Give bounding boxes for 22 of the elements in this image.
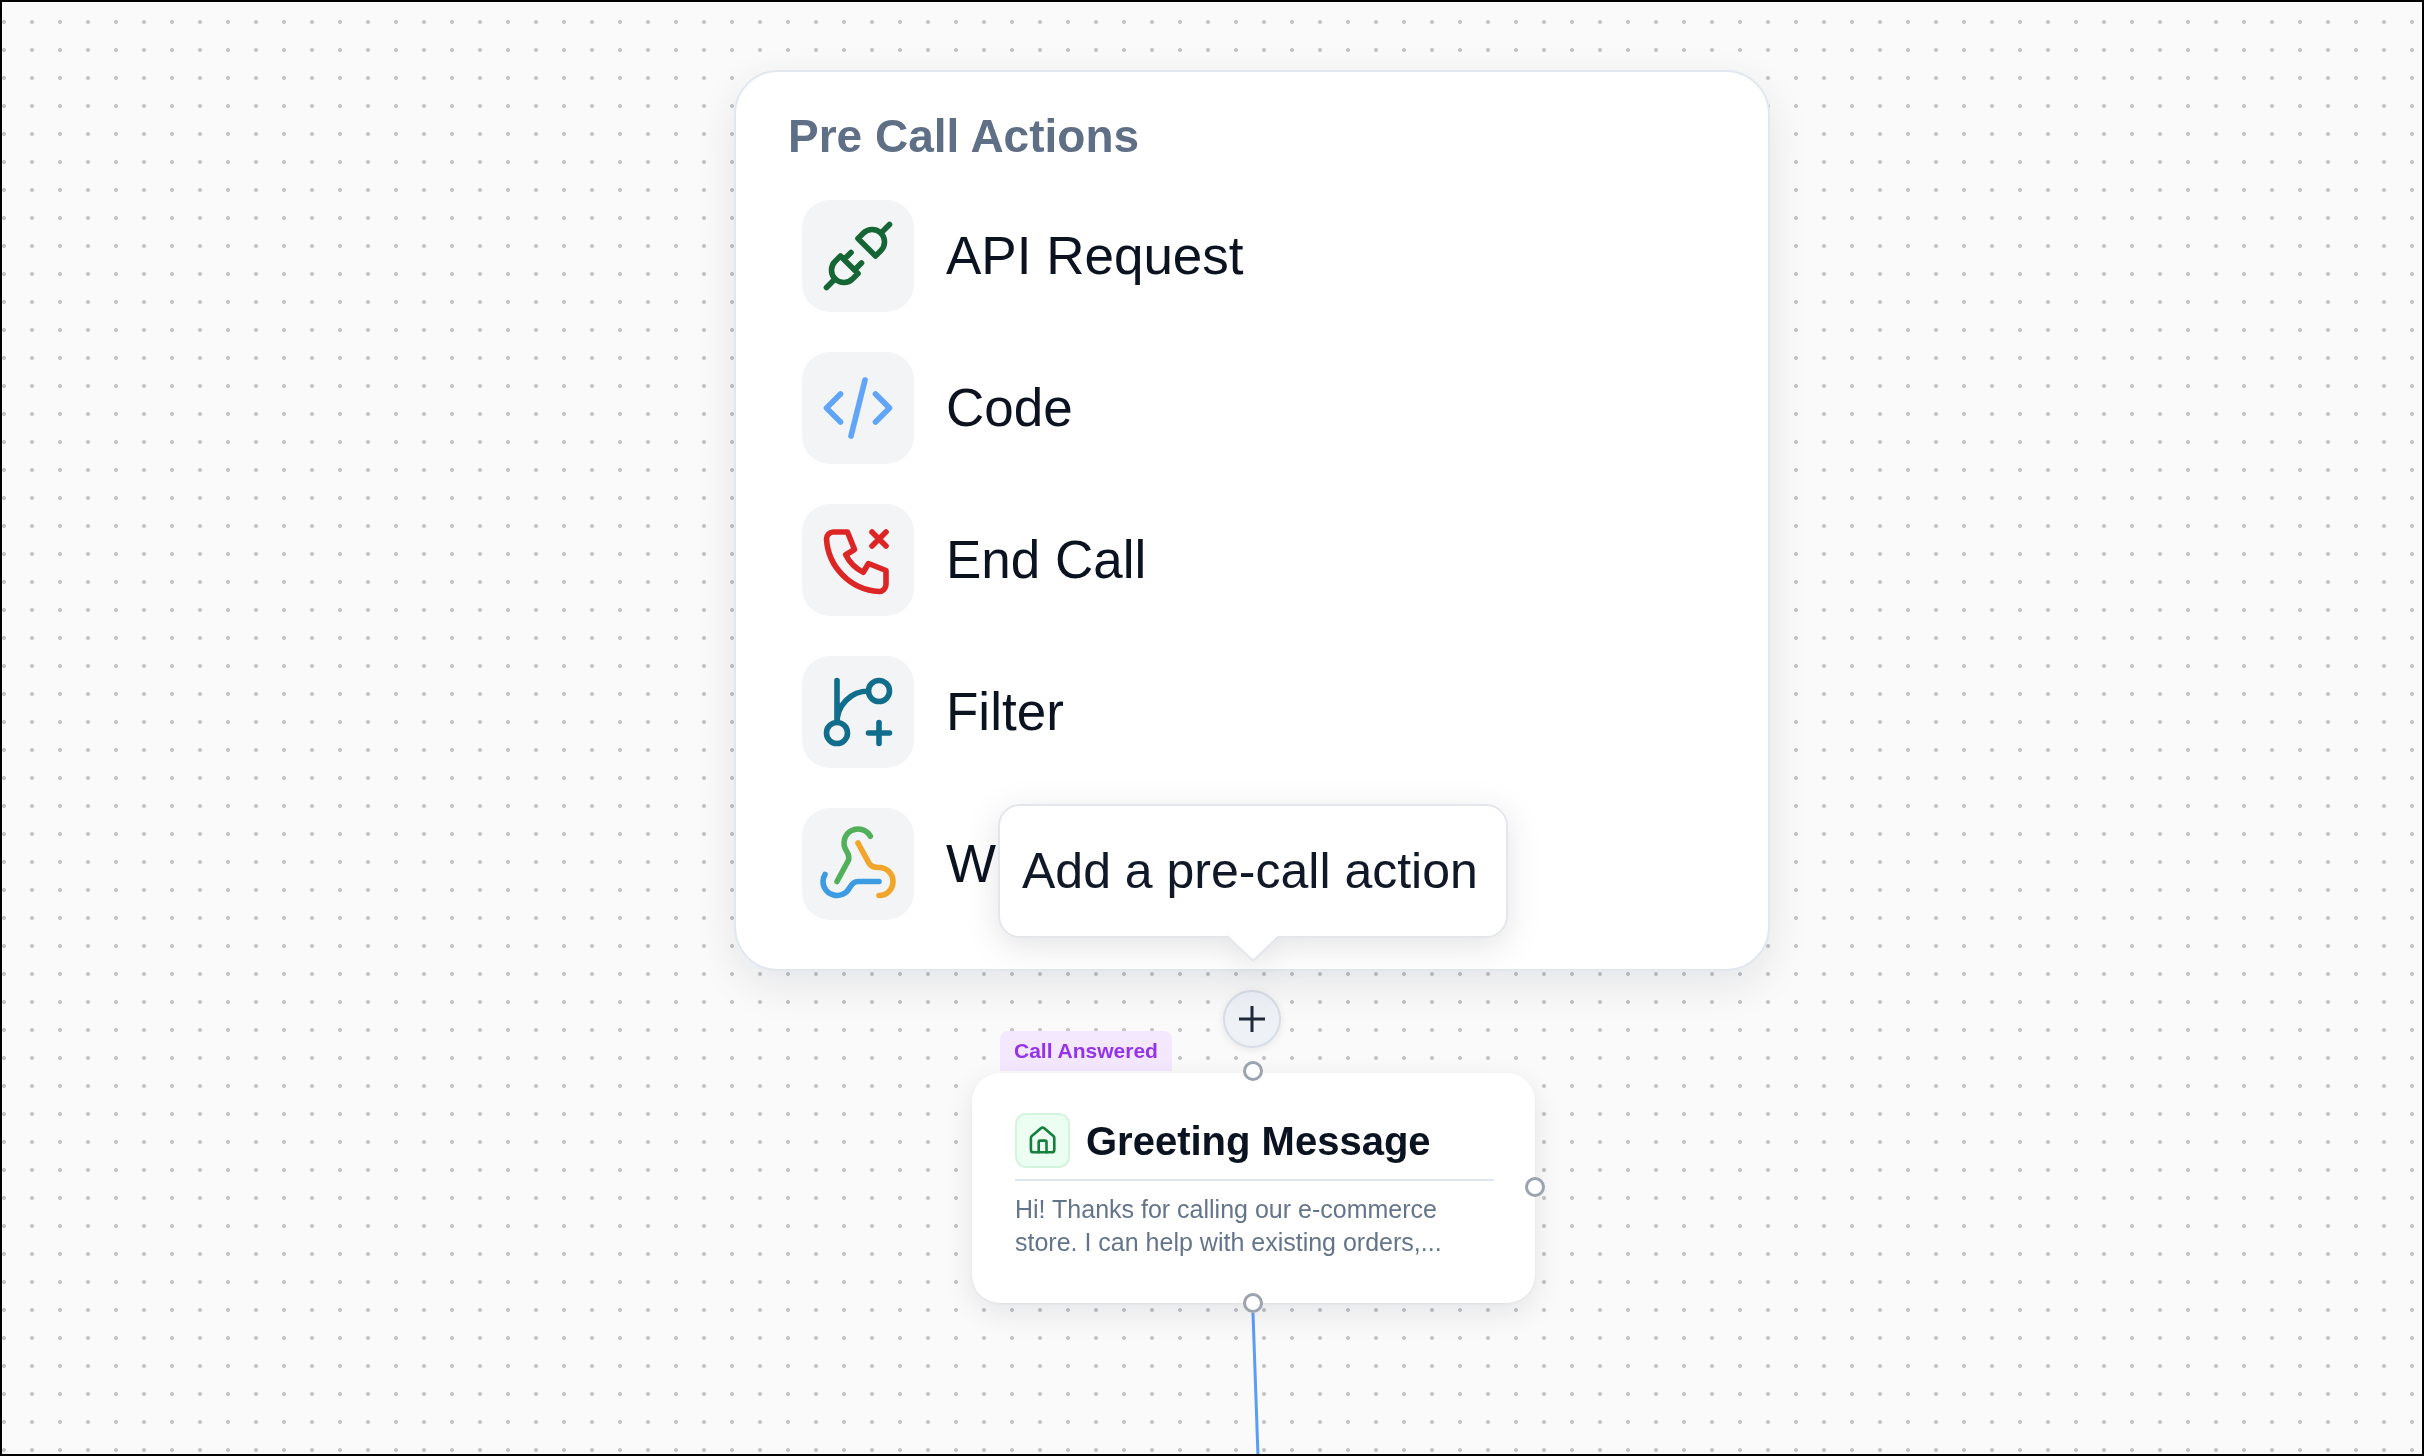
menu-item[interactable]: Filter xyxy=(802,656,1064,768)
webhook-icon xyxy=(802,808,914,920)
add-button[interactable] xyxy=(1223,990,1281,1048)
trigger-tag: Call Answered xyxy=(1000,1031,1172,1071)
home-icon xyxy=(1015,1113,1070,1168)
node-description: Hi! Thanks for calling our e-commerce store. I can help with existing orders,... xyxy=(1015,1194,1443,1258)
menu-item[interactable]: API Request xyxy=(802,200,1244,312)
connection-handle[interactable] xyxy=(1525,1177,1545,1197)
menu-title: Pre Call Actions xyxy=(788,113,1140,159)
code-icon xyxy=(802,352,914,464)
connection-handle[interactable] xyxy=(1243,1293,1263,1313)
menu-item[interactable]: Code xyxy=(802,352,1073,464)
connection-handle[interactable] xyxy=(1243,1061,1263,1081)
tooltip-text: Add a pre-call action xyxy=(1022,842,1478,901)
menu-item[interactable]: End Call xyxy=(802,504,1147,616)
node-title: Greeting Message xyxy=(1086,1117,1431,1165)
plus-icon xyxy=(1239,1006,1265,1032)
phone-x-icon xyxy=(802,504,914,616)
branch-plus-icon xyxy=(802,656,914,768)
menu-item[interactable]: W xyxy=(802,808,997,920)
flow-node[interactable]: Greeting Message Hi! Thanks for calling our e-commerce store. I can help with existing orders,... xyxy=(972,1073,1535,1303)
plug-icon xyxy=(802,200,914,312)
